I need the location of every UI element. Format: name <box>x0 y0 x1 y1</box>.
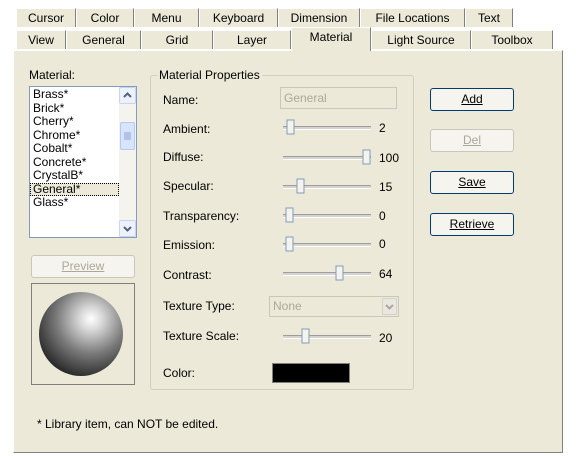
tab-color[interactable]: Color <box>76 8 134 27</box>
specular-value: 15 <box>379 180 393 194</box>
slider-thumb[interactable] <box>301 328 310 344</box>
list-item[interactable]: Concrete* <box>30 155 119 170</box>
material-listbox[interactable]: Brass* Brick* Cherry* Chrome* Cobalt* Co… <box>29 86 137 238</box>
slider-thumb[interactable] <box>335 265 344 281</box>
name-label: Name: <box>163 93 199 107</box>
contrast-label: Contrast: <box>163 268 212 282</box>
save-button-label: Save <box>458 175 486 189</box>
slider-thumb[interactable] <box>285 207 294 223</box>
list-item[interactable]: Brick* <box>30 101 119 116</box>
tab-layer[interactable]: Layer <box>213 30 291 49</box>
preview-button-label: Preview <box>61 259 105 273</box>
tab-general[interactable]: General <box>66 30 141 49</box>
chevron-down-icon <box>123 226 132 232</box>
chevron-up-icon <box>123 92 132 98</box>
transparency-slider[interactable] <box>283 207 371 223</box>
ambient-value: 2 <box>379 121 386 135</box>
del-button[interactable]: Del <box>430 129 514 152</box>
texture-type-value: None <box>273 299 302 313</box>
list-item[interactable]: Cherry* <box>30 114 119 129</box>
dropdown-button[interactable] <box>382 298 397 315</box>
specular-label: Specular: <box>163 179 214 193</box>
tab-light-source[interactable]: Light Source <box>371 30 471 49</box>
specular-slider[interactable] <box>283 178 371 194</box>
tab-menu[interactable]: Menu <box>134 8 199 27</box>
tab-dimension[interactable]: Dimension <box>278 8 360 27</box>
list-item[interactable]: Brass* <box>30 87 119 102</box>
slider-thumb[interactable] <box>286 119 295 135</box>
preview-button[interactable]: Preview <box>31 255 135 278</box>
scroll-up-button[interactable] <box>119 87 136 104</box>
emission-value: 0 <box>379 237 386 251</box>
material-properties-legend: Material Properties <box>157 68 262 82</box>
ambient-slider[interactable] <box>283 119 371 135</box>
texture-scale-slider[interactable] <box>283 328 371 344</box>
scroll-down-button[interactable] <box>119 220 136 237</box>
scroll-thumb[interactable] <box>120 122 135 150</box>
diffuse-label: Diffuse: <box>163 150 204 164</box>
color-swatch-button[interactable] <box>272 363 350 383</box>
list-item[interactable]: Glass* <box>30 195 119 210</box>
transparency-value: 0 <box>379 209 386 223</box>
tab-grid[interactable]: Grid <box>141 30 213 49</box>
list-item[interactable]: Cobalt* <box>30 141 119 156</box>
tab-file-locations[interactable]: File Locations <box>360 8 465 27</box>
retrieve-button[interactable]: Retrieve <box>430 213 514 236</box>
texture-type-label: Texture Type: <box>163 299 235 313</box>
color-label: Color: <box>163 366 196 380</box>
texture-scale-label: Texture Scale: <box>163 329 240 343</box>
del-button-label: Del <box>462 133 481 147</box>
slider-thumb[interactable] <box>296 178 305 194</box>
transparency-label: Transparency: <box>163 209 240 223</box>
save-button[interactable]: Save <box>430 171 514 194</box>
list-item-selected[interactable]: General* <box>30 182 119 196</box>
material-scrollbar[interactable] <box>119 87 136 237</box>
diffuse-value: 100 <box>379 151 400 165</box>
tab-keyboard[interactable]: Keyboard <box>199 8 278 27</box>
add-button[interactable]: Add <box>430 88 514 111</box>
diffuse-slider[interactable] <box>283 149 371 165</box>
grip-icon <box>124 132 131 140</box>
slider-thumb[interactable] <box>362 149 371 165</box>
retrieve-button-label: Retrieve <box>449 217 495 231</box>
contrast-value: 64 <box>379 267 393 281</box>
material-preview <box>31 283 135 385</box>
tab-view[interactable]: View <box>16 30 66 49</box>
slider-thumb[interactable] <box>285 236 294 252</box>
material-label: Material: <box>29 68 76 82</box>
tab-row-2: View General Grid Layer Material Light S… <box>16 27 553 51</box>
list-item[interactable]: CrystalB* <box>30 168 119 183</box>
chevron-down-icon <box>385 304 394 310</box>
ambient-label: Ambient: <box>163 122 211 136</box>
texture-type-select[interactable]: None <box>269 296 399 317</box>
list-item[interactable]: Chrome* <box>30 128 119 143</box>
name-field[interactable]: General <box>280 87 397 109</box>
library-footnote: * Library item, can NOT be edited. <box>37 417 219 431</box>
tab-row-1: Cursor Color Menu Keyboard Dimension Fil… <box>16 8 513 27</box>
tab-text[interactable]: Text <box>465 8 513 27</box>
texture-scale-value: 20 <box>379 331 393 345</box>
add-button-label: Add <box>461 92 483 106</box>
contrast-slider[interactable] <box>283 265 371 281</box>
tab-cursor[interactable]: Cursor <box>16 8 76 27</box>
emission-slider[interactable] <box>283 236 371 252</box>
tab-material[interactable]: Material <box>291 27 371 51</box>
sphere-preview-icon <box>39 292 123 376</box>
emission-label: Emission: <box>163 238 216 252</box>
tab-toolbox[interactable]: Toolbox <box>471 30 553 49</box>
